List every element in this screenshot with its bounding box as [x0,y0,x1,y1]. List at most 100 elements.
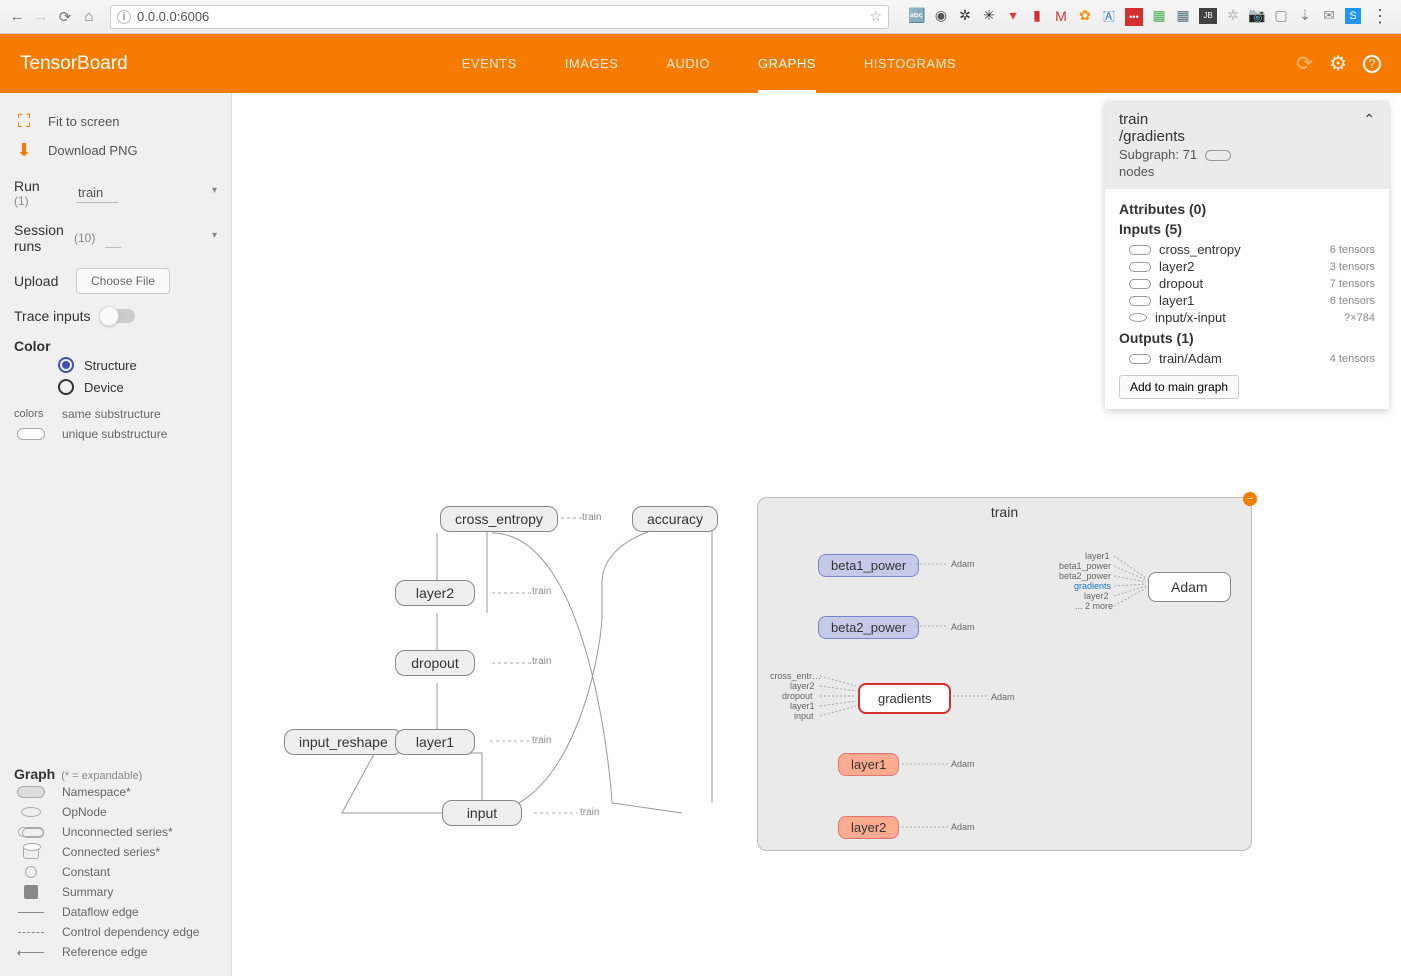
graph-canvas[interactable]: cross_entropy accuracy layer2 dropout in… [232,93,1401,976]
tab-audio[interactable]: AUDIO [642,34,734,93]
forward-button[interactable]: → [32,8,50,26]
ext-icon[interactable]: ⇣ [1297,8,1313,24]
ext-icon[interactable]: M [1053,8,1069,24]
node-layer1[interactable]: layer1 [838,753,899,776]
subgraph-train[interactable]: − train beta1_power beta2_power gradient… [757,497,1252,851]
trace-inputs-toggle[interactable] [101,309,135,323]
bookmark-star-icon[interactable]: ☆ [869,8,882,25]
constant-icon [25,866,37,878]
io-label: layer1 [1085,551,1110,561]
graph-legend-title: Graph(* = expandable) [14,752,217,782]
home-button[interactable]: ⌂ [80,8,98,26]
dataflow-edge-icon [18,912,44,913]
reference-edge-icon [18,952,44,953]
ext-icon[interactable]: ▮ [1029,8,1045,24]
tab-events[interactable]: EVENTS [438,34,541,93]
node-adam[interactable]: Adam [1148,572,1231,602]
color-device-radio[interactable]: Device [14,376,217,398]
session-count: (10) [74,231,95,245]
ext-icon[interactable]: ▦ [1151,8,1167,24]
outputs-heading: Outputs (1) [1119,330,1375,346]
io-label: Adam [951,622,975,632]
ext-icon[interactable]: ✿ [1077,8,1093,24]
run-label: Run [14,178,66,194]
legend-label: unique substructure [62,427,167,441]
ext-icon[interactable]: ✲ [957,8,973,24]
input-row[interactable]: layer16 tensors [1119,292,1375,309]
opnode-icon [21,807,41,817]
ext-icon[interactable]: S [1345,8,1361,24]
legend-label: Reference edge [62,945,147,959]
chrome-menu-button[interactable]: ⋮ [1367,6,1393,27]
ext-icon[interactable]: 🇦 [1101,8,1117,24]
node-cross-entropy[interactable]: cross_entropy [440,506,558,532]
input-row[interactable]: layer23 tensors [1119,258,1375,275]
collapse-icon[interactable]: − [1243,492,1257,506]
legend-label: Constant [62,865,110,879]
node-layer2[interactable]: layer2 [395,580,475,606]
ext-icon[interactable]: 🔤 [909,8,925,24]
tab-graphs[interactable]: GRAPHS [734,34,840,93]
node-input-reshape[interactable]: input_reshape [284,729,403,755]
node-beta1-power[interactable]: beta1_power [818,554,919,577]
chevron-up-icon[interactable]: ⌃ [1363,111,1375,128]
ext-icon[interactable]: ▾ [1005,8,1021,24]
tab-histograms[interactable]: HISTOGRAMS [840,34,980,93]
ext-icon[interactable]: ▦ [1175,8,1191,24]
pill-icon [1205,150,1231,161]
io-label: cross_entr… [770,671,821,681]
node-gradients[interactable]: gradients [858,683,951,714]
session-select[interactable] [105,228,121,248]
choose-file-button[interactable]: Choose File [76,268,170,294]
legend-label: Unconnected series* [62,825,173,839]
fit-to-screen-button[interactable]: ⛶ Fit to screen [14,107,217,136]
ext-icon[interactable]: ◉ [933,8,949,24]
add-to-main-graph-button[interactable]: Add to main graph [1119,375,1239,399]
header-tabs: EVENTS IMAGES AUDIO GRAPHS HISTOGRAMS [438,34,980,93]
input-row[interactable]: dropout7 tensors [1119,275,1375,292]
reload-button[interactable]: ⟳ [56,8,74,26]
io-label: beta1_power [1059,561,1111,571]
ext-icon[interactable]: ✲ [1225,8,1241,24]
summary-icon [24,885,38,899]
legend-label: Dataflow edge [62,905,139,919]
nodes-label: nodes [1119,164,1375,179]
address-bar[interactable]: i 0.0.0.0:6006 ☆ [110,5,889,29]
io-label: dropout [782,691,813,701]
node-layer2[interactable]: layer2 [838,816,899,839]
node-input[interactable]: input [442,800,522,826]
color-structure-radio[interactable]: Structure [14,354,217,376]
node-dropout[interactable]: dropout [395,650,475,676]
connected-series-icon [23,845,39,859]
run-select[interactable]: train [76,183,118,203]
help-icon[interactable]: ? [1363,55,1381,73]
sidebar: ⛶ Fit to screen ⬇ Download PNG Run (1) t… [0,93,232,976]
pill-icon [1129,354,1151,364]
output-row[interactable]: train/Adam4 tensors [1119,350,1375,367]
node-beta2-power[interactable]: beta2_power [818,616,919,639]
control-dep-edge-icon [18,932,44,933]
io-label: layer1 [790,701,815,711]
ext-icon[interactable]: JB [1199,8,1217,24]
ext-icon[interactable]: 📷 [1249,8,1265,24]
download-png-button[interactable]: ⬇ Download PNG [14,136,217,165]
ext-icon[interactable]: ••• [1125,8,1143,26]
info-panel: ⌃ train /gradients Subgraph: 71 nodes At… [1105,101,1389,409]
legend-label: same substructure [62,407,161,421]
edge-label: train [532,735,551,746]
back-button[interactable]: ← [8,8,26,26]
edge-label: train [532,656,551,667]
pill-icon [1129,245,1151,255]
url-text: 0.0.0.0:6006 [137,9,865,24]
refresh-icon[interactable]: ⟳ [1296,51,1313,76]
input-row[interactable]: cross_entropy6 tensors [1119,241,1375,258]
node-accuracy[interactable]: accuracy [632,506,718,532]
ext-icon[interactable]: ✳ [981,8,997,24]
ext-icon[interactable]: ✉ [1321,8,1337,24]
settings-gear-icon[interactable]: ⚙ [1329,51,1347,76]
ext-icon[interactable]: ▢ [1273,8,1289,24]
node-layer1[interactable]: layer1 [395,729,475,755]
tab-images[interactable]: IMAGES [541,34,643,93]
input-row[interactable]: input/x-input?×784 [1119,309,1375,326]
fit-label: Fit to screen [48,114,120,129]
